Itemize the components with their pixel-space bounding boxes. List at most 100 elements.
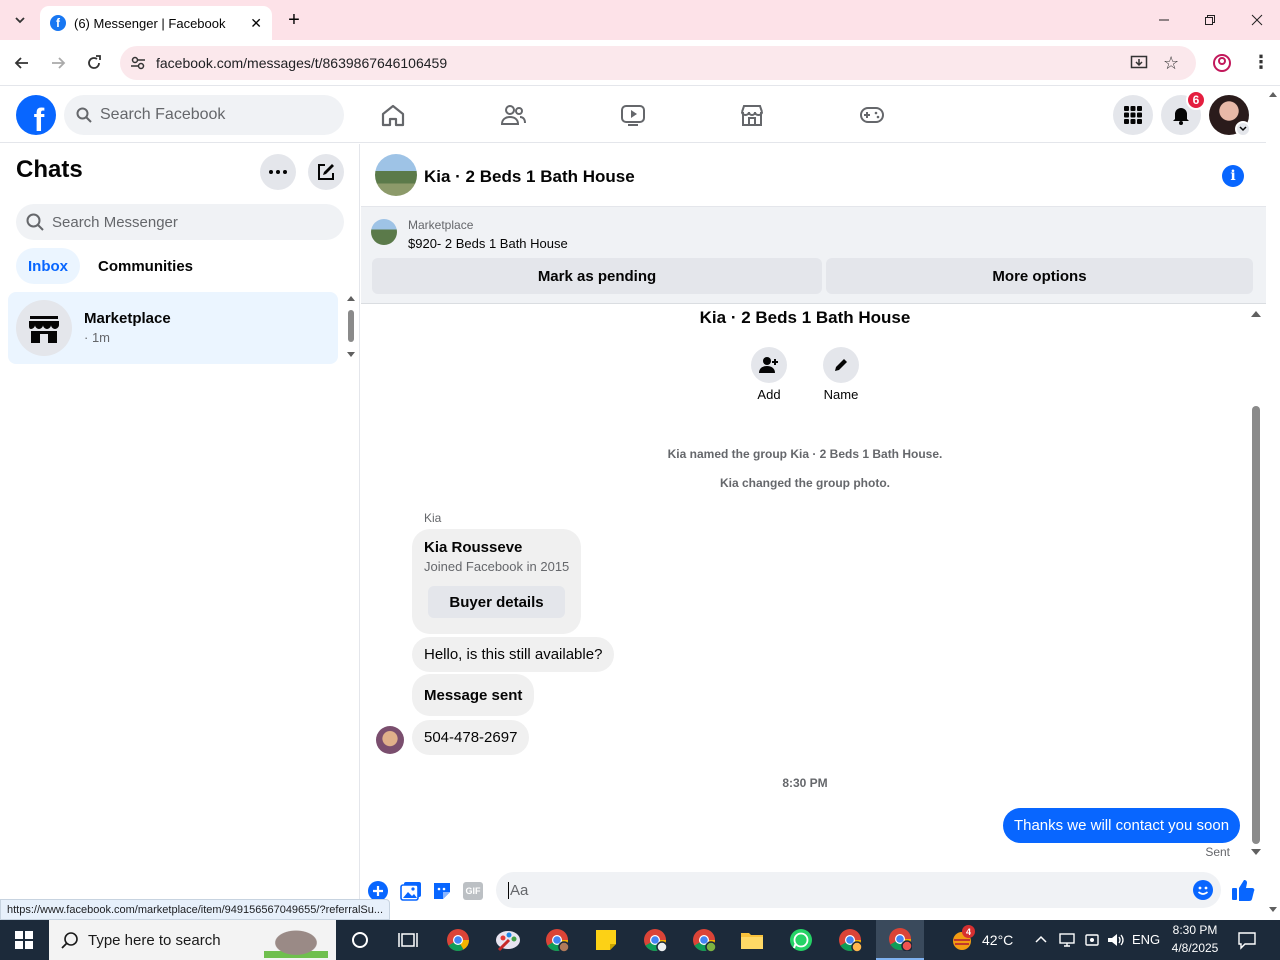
- listing-thumbnail[interactable]: [371, 219, 397, 245]
- minimize-icon[interactable]: [1141, 0, 1187, 40]
- chat-title[interactable]: Kia · 2 Beds 1 Bath House: [424, 167, 635, 187]
- chats-sidebar: Chats Search Messenger Inbox Communities…: [0, 144, 360, 904]
- close-window-icon[interactable]: [1234, 0, 1280, 40]
- browser-tab[interactable]: f (6) Messenger | Facebook ✕: [40, 6, 272, 40]
- whatsapp-icon[interactable]: [777, 920, 825, 960]
- marketplace-label: Marketplace: [408, 218, 474, 232]
- sent-status: Sent: [1205, 845, 1230, 859]
- pencil-icon[interactable]: [823, 347, 859, 383]
- messenger-search-placeholder: Search Messenger: [52, 213, 178, 231]
- mark-as-pending-button[interactable]: Mark as pending: [372, 258, 822, 294]
- account-chevron-down-icon[interactable]: [1235, 121, 1251, 137]
- profile-icon[interactable]: [1212, 53, 1232, 73]
- chrome-icon[interactable]: [434, 920, 482, 960]
- buyer-details-button[interactable]: Buyer details: [428, 586, 565, 618]
- browser-menu-icon[interactable]: ⋮: [1252, 52, 1270, 73]
- plus-icon[interactable]: [368, 881, 388, 901]
- chat-scrollbar[interactable]: [1249, 308, 1263, 858]
- new-tab-icon[interactable]: +: [282, 8, 306, 32]
- incoming-message[interactable]: 504-478-2697: [412, 720, 530, 755]
- restore-icon[interactable]: [1187, 0, 1233, 40]
- url-field[interactable]: facebook.com/messages/t/8639867646106459…: [120, 46, 1196, 80]
- clock-date[interactable]: 4/8/2025: [1166, 941, 1224, 955]
- page-scroll-up-icon[interactable]: [1268, 90, 1278, 100]
- sticker-icon[interactable]: [432, 881, 452, 901]
- system-message: Kia changed the group photo.: [720, 476, 890, 490]
- chrome-profile-icon[interactable]: [533, 920, 581, 960]
- tab-communities[interactable]: Communities: [86, 248, 205, 284]
- windows-start-icon[interactable]: [0, 920, 48, 960]
- incoming-message[interactable]: Message sent: [412, 674, 535, 716]
- new-message-compose-icon[interactable]: [308, 154, 344, 190]
- chats-title: Chats: [16, 156, 83, 183]
- buyer-joined: Joined Facebook in 2015: [424, 559, 570, 574]
- gif-icon[interactable]: GIF: [463, 882, 483, 900]
- task-view-icon[interactable]: [384, 920, 432, 960]
- emoji-icon[interactable]: [1193, 880, 1213, 900]
- taskbar-search-placeholder: Type here to search: [88, 931, 221, 949]
- back-icon[interactable]: [12, 53, 32, 73]
- facebook-logo-icon[interactable]: f: [16, 95, 56, 135]
- home-icon[interactable]: [380, 103, 406, 127]
- tab-inbox[interactable]: Inbox: [16, 248, 80, 284]
- gaming-icon[interactable]: [859, 103, 885, 127]
- network-icon[interactable]: [1058, 931, 1076, 949]
- group-name-heading: Kia · 2 Beds 1 Bath House: [699, 308, 911, 327]
- marketplace-icon[interactable]: [739, 103, 765, 127]
- sender-avatar[interactable]: [376, 726, 404, 754]
- chrome-profile-icon[interactable]: [631, 920, 679, 960]
- file-explorer-icon[interactable]: [728, 920, 776, 960]
- site-settings-icon[interactable]: [130, 55, 146, 71]
- battery-meet-icon[interactable]: [1083, 931, 1101, 949]
- volume-icon[interactable]: [1106, 931, 1124, 949]
- video-icon[interactable]: [620, 103, 646, 127]
- listing-title[interactable]: $920- 2 Beds 1 Bath House: [408, 236, 568, 251]
- photo-icon[interactable]: [400, 881, 422, 901]
- bookmark-star-icon[interactable]: ☆: [1163, 53, 1179, 74]
- taskbar-search-input[interactable]: Type here to search: [49, 920, 336, 960]
- cortana-icon[interactable]: [336, 920, 384, 960]
- weather-temperature[interactable]: 42°C: [982, 932, 1013, 948]
- incoming-message[interactable]: Hello, is this still available?: [412, 637, 615, 672]
- conversation-info-icon[interactable]: i: [1222, 165, 1244, 187]
- paint-app-icon[interactable]: [484, 920, 532, 960]
- chat-list-item[interactable]: Marketplace · 1m: [8, 292, 338, 364]
- message-input-placeholder: Aa: [508, 881, 529, 899]
- messenger-search-input[interactable]: Search Messenger: [16, 204, 344, 240]
- facebook-header: f Search Facebook 6: [0, 87, 1266, 143]
- outgoing-message[interactable]: Thanks we will contact you soon: [1003, 808, 1240, 843]
- clock-time[interactable]: 8:30 PM: [1166, 923, 1224, 937]
- reload-icon[interactable]: [84, 53, 104, 73]
- facebook-search-input[interactable]: Search Facebook: [64, 95, 344, 135]
- install-app-icon[interactable]: [1130, 54, 1148, 72]
- chat-name: Marketplace: [84, 310, 171, 327]
- composer-bar: GIF Aa: [361, 868, 1266, 912]
- like-icon[interactable]: [1231, 879, 1255, 901]
- sidebar-scrollbar[interactable]: [345, 294, 357, 362]
- group-photo-avatar[interactable]: [375, 154, 417, 196]
- friends-icon[interactable]: [500, 103, 526, 127]
- facebook-favicon-icon: f: [50, 15, 66, 31]
- more-options-icon[interactable]: [260, 154, 296, 190]
- add-person-icon[interactable]: [751, 347, 787, 383]
- input-language[interactable]: ENG: [1132, 932, 1160, 947]
- message-input[interactable]: Aa: [496, 872, 1221, 908]
- page-scroll-down-icon[interactable]: [1268, 906, 1278, 916]
- notification-center-icon[interactable]: [1237, 930, 1257, 950]
- chrome-profile-icon[interactable]: [826, 920, 874, 960]
- forward-icon[interactable]: [48, 53, 68, 73]
- url-text: facebook.com/messages/t/8639867646106459: [156, 55, 448, 71]
- tab-close-icon[interactable]: ✕: [244, 15, 262, 32]
- sticky-notes-icon[interactable]: [582, 920, 630, 960]
- search-icon: [76, 107, 92, 123]
- facebook-search-placeholder: Search Facebook: [100, 106, 226, 123]
- tab-search-chevron-icon[interactable]: [8, 8, 32, 32]
- chat-meta: · 1m: [84, 330, 110, 345]
- menu-grid-icon[interactable]: [1113, 95, 1153, 135]
- buyer-card: Kia Rousseve Joined Facebook in 2015 Buy…: [412, 529, 581, 634]
- more-options-button[interactable]: More options: [826, 258, 1253, 294]
- chrome-profile-icon[interactable]: [680, 920, 728, 960]
- sender-name: Kia: [424, 511, 442, 525]
- show-hidden-icons-chevron-up-icon[interactable]: [1034, 932, 1048, 946]
- chrome-active-window-icon[interactable]: [876, 920, 924, 960]
